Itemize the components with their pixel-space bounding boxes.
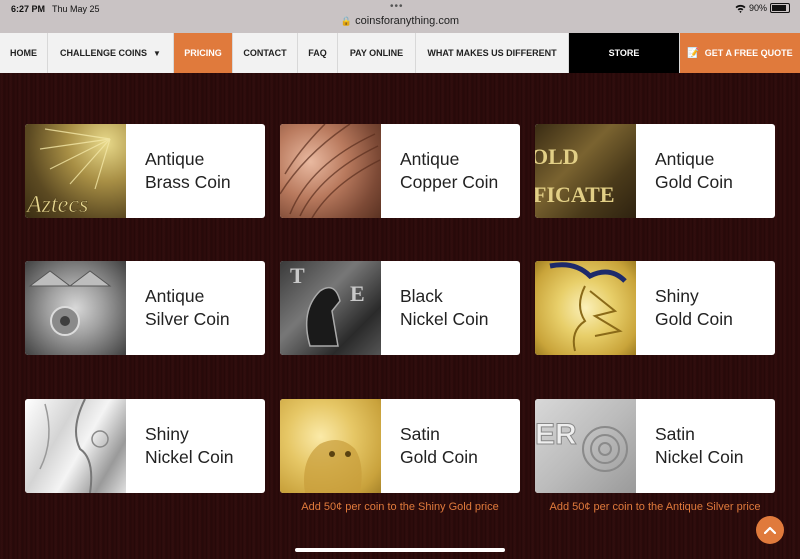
status-right: 90% <box>735 3 790 13</box>
status-date: Thu May 25 <box>52 4 100 14</box>
url-text: coinsforanything.com <box>355 15 460 27</box>
nav-faq[interactable]: FAQ <box>298 33 338 73</box>
battery-percent: 90% <box>748 3 767 13</box>
black-nickel-coin-image: TE <box>280 261 381 355</box>
coin-card-antique-brass[interactable]: Aztecs Antique Brass Coin <box>25 124 265 218</box>
shiny-gold-coin-image <box>535 261 636 355</box>
svg-text:T: T <box>290 263 305 288</box>
more-dots-icon[interactable]: ••• <box>390 1 404 12</box>
svg-text:OLD: OLD <box>535 144 579 169</box>
coin-card-label: Antique Silver Coin <box>145 286 230 329</box>
coin-card-antique-silver[interactable]: Antique Silver Coin <box>25 261 265 355</box>
nav-challenge-coins[interactable]: CHALLENGE COINS ▼ <box>48 33 174 73</box>
shiny-nickel-coin-image <box>25 399 126 493</box>
svg-text:Aztecs: Aztecs <box>25 192 88 218</box>
antique-brass-coin-image: Aztecs <box>25 124 126 218</box>
coin-card-antique-copper[interactable]: Antique Copper Coin <box>280 124 520 218</box>
coin-card-label: Shiny Gold Coin <box>655 286 733 329</box>
coin-card-antique-gold[interactable]: OLD FICATE Antique Gold Coin <box>535 124 775 218</box>
coin-card-label: Shiny Nickel Coin <box>145 424 234 467</box>
nav-home[interactable]: HOME <box>0 33 48 73</box>
coin-card-satin-nickel[interactable]: ER Satin Nickel Coin <box>535 399 775 493</box>
coin-card-satin-gold[interactable]: Satin Gold Coin <box>280 399 520 493</box>
coin-card-label: Antique Copper Coin <box>400 149 499 192</box>
antique-silver-coin-image <box>25 261 126 355</box>
home-indicator[interactable] <box>295 548 505 552</box>
battery-icon <box>770 3 790 13</box>
svg-text:E: E <box>350 281 365 306</box>
satin-gold-coin-image <box>280 399 381 493</box>
antique-copper-coin-image <box>280 124 381 218</box>
svg-text:FICATE: FICATE <box>535 182 615 207</box>
coin-card-label: Antique Brass Coin <box>145 149 231 192</box>
coin-card-shiny-nickel[interactable]: Shiny Nickel Coin <box>25 399 265 493</box>
coin-card-label: Satin Nickel Coin <box>655 424 744 467</box>
nav-pricing[interactable]: PRICING <box>174 33 233 73</box>
quote-document-icon: 📝 <box>687 47 700 59</box>
nav-contact[interactable]: CONTACT <box>233 33 298 73</box>
main-nav: HOME CHALLENGE COINS ▼ PRICING CONTACT F… <box>0 33 800 73</box>
antique-gold-coin-image: OLD FICATE <box>535 124 636 218</box>
nav-what-makes-us-different[interactable]: WHAT MAKES US DIFFERENT <box>416 33 569 73</box>
chevron-down-icon: ▼ <box>153 48 161 58</box>
satin-nickel-coin-image: ER <box>535 399 636 493</box>
nav-pay-online[interactable]: PAY ONLINE <box>338 33 416 73</box>
address-bar[interactable]: 🔒 coinsforanything.com <box>0 15 800 27</box>
get-free-quote-label: GET A FREE QUOTE <box>704 48 793 58</box>
scroll-to-top-button[interactable] <box>756 516 784 544</box>
coin-card-label: Antique Gold Coin <box>655 149 733 192</box>
coin-card-black-nickel[interactable]: TE Black Nickel Coin <box>280 261 520 355</box>
status-time: 6:27 PM <box>11 4 46 14</box>
satin-nickel-price-note: Add 50¢ per coin to the Antique Silver p… <box>549 501 761 513</box>
status-bar: 6:27 PM Thu May 25 ••• 🔒 coinsforanythin… <box>0 0 800 33</box>
nav-store[interactable]: STORE <box>569 33 680 73</box>
nav-challenge-coins-label: CHALLENGE COINS <box>60 48 148 58</box>
coin-card-label: Black Nickel Coin <box>400 286 489 329</box>
satin-gold-price-note: Add 50¢ per coin to the Shiny Gold price <box>301 501 499 513</box>
get-free-quote-button[interactable]: 📝 GET A FREE QUOTE <box>680 33 800 73</box>
lock-icon: 🔒 <box>340 16 353 26</box>
coin-card-label: Satin Gold Coin <box>400 424 478 467</box>
chevron-up-icon <box>764 526 776 534</box>
svg-text:ER: ER <box>535 418 577 451</box>
wifi-icon <box>735 4 746 13</box>
coin-card-shiny-gold[interactable]: Shiny Gold Coin <box>535 261 775 355</box>
